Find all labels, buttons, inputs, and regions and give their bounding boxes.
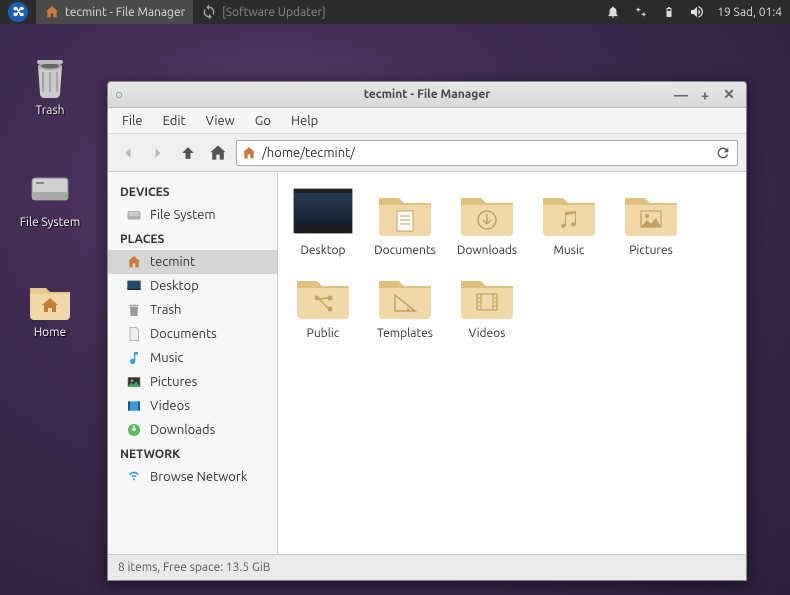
home-button[interactable]: [206, 141, 230, 165]
trash-icon: [126, 302, 142, 318]
videos-icon: [126, 398, 142, 414]
drive-icon: [126, 207, 142, 223]
drive-icon: [26, 164, 74, 212]
folder-icon: [539, 188, 599, 238]
sidebar-item-desktop[interactable]: Desktop: [108, 274, 277, 298]
sidebar-header-devices: DEVICES: [108, 180, 277, 203]
sidebar-item-browse-network[interactable]: Browse Network: [108, 465, 277, 489]
maximize-button[interactable]: +: [698, 88, 712, 102]
statusbar: 8 items, Free space: 13.5 GiB: [108, 554, 746, 580]
minimize-button[interactable]: —: [674, 88, 688, 102]
folder-music[interactable]: Music: [534, 188, 604, 257]
document-icon: [126, 326, 142, 342]
music-icon: [126, 350, 142, 366]
titlebar[interactable]: tecmint - File Manager — + ✕: [108, 82, 746, 108]
update-icon: [201, 4, 217, 20]
folder-icon: [457, 271, 517, 321]
sidebar-item-filesystem[interactable]: File System: [108, 203, 277, 227]
path-entry[interactable]: [236, 140, 738, 166]
trash-icon: [26, 52, 74, 100]
desktop-icon-home[interactable]: Home: [10, 274, 90, 339]
desktop[interactable]: Trash File System Home tecmint - File Ma…: [0, 24, 790, 595]
file-view[interactable]: Desktop Documents Downloads Music Pictur…: [278, 172, 746, 554]
folder-desktop[interactable]: Desktop: [288, 188, 358, 257]
folder-documents[interactable]: Documents: [370, 188, 440, 257]
back-button[interactable]: [116, 141, 140, 165]
sidebar-header-places: PLACES: [108, 227, 277, 250]
volume-icon[interactable]: [689, 4, 705, 20]
network-icon: [126, 469, 142, 485]
taskbar-app-filemanager[interactable]: tecmint - File Manager: [36, 0, 193, 24]
path-input[interactable]: [262, 146, 708, 160]
window-title: tecmint - File Manager: [108, 88, 746, 101]
menu-go[interactable]: Go: [245, 111, 281, 131]
folder-downloads[interactable]: Downloads: [452, 188, 522, 257]
sidebar-item-downloads[interactable]: Downloads: [108, 418, 277, 442]
reload-button[interactable]: [713, 143, 733, 163]
desktop-icon-trash[interactable]: Trash: [10, 52, 90, 117]
desktop-icon: [126, 278, 142, 294]
desktop-icon-filesystem[interactable]: File System: [10, 164, 90, 229]
sidebar-header-network: NETWORK: [108, 442, 277, 465]
task-label: [Software Updater]: [222, 6, 326, 19]
sidebar: DEVICES File System PLACES tecmint Deskt…: [108, 172, 278, 554]
home-icon: [241, 145, 257, 161]
folder-icon: [457, 188, 517, 238]
notification-icon[interactable]: [605, 4, 621, 20]
folder-icon: [621, 188, 681, 238]
folder-pictures[interactable]: Pictures: [616, 188, 686, 257]
clock[interactable]: 19 Sad, 01:4: [717, 6, 782, 19]
sidebar-item-music[interactable]: Music: [108, 346, 277, 370]
downloads-icon: [126, 422, 142, 438]
folder-icon: [293, 271, 353, 321]
home-folder-icon: [26, 274, 74, 322]
sidebar-item-videos[interactable]: Videos: [108, 394, 277, 418]
top-panel: tecmint - File Manager [Software Updater…: [0, 0, 790, 24]
network-icon[interactable]: [633, 4, 649, 20]
menu-help[interactable]: Help: [281, 111, 328, 131]
desktop-thumb-icon: [293, 188, 353, 234]
menu-view[interactable]: View: [196, 111, 245, 131]
forward-button[interactable]: [146, 141, 170, 165]
taskbar-app-updater[interactable]: [Software Updater]: [193, 0, 334, 24]
folder-videos[interactable]: Videos: [452, 271, 522, 340]
close-button[interactable]: ✕: [722, 88, 736, 102]
sidebar-item-trash[interactable]: Trash: [108, 298, 277, 322]
status-text: 8 items, Free space: 13.5 GiB: [118, 561, 270, 574]
up-button[interactable]: [176, 141, 200, 165]
menu-edit[interactable]: Edit: [153, 111, 196, 131]
file-manager-window: tecmint - File Manager — + ✕ File Edit V…: [107, 81, 747, 581]
folder-icon: [375, 271, 435, 321]
pictures-icon: [126, 374, 142, 390]
home-icon: [44, 4, 60, 20]
folder-templates[interactable]: Templates: [370, 271, 440, 340]
sidebar-item-tecmint[interactable]: tecmint: [108, 250, 277, 274]
sidebar-item-pictures[interactable]: Pictures: [108, 370, 277, 394]
sidebar-item-documents[interactable]: Documents: [108, 322, 277, 346]
folder-public[interactable]: Public: [288, 271, 358, 340]
toolbar: [108, 134, 746, 172]
menu-file[interactable]: File: [112, 111, 153, 131]
home-icon: [126, 254, 142, 270]
folder-icon: [375, 188, 435, 238]
battery-icon[interactable]: [661, 4, 677, 20]
menubar: File Edit View Go Help: [108, 108, 746, 134]
task-label: tecmint - File Manager: [65, 6, 185, 19]
applications-menu-button[interactable]: [0, 0, 36, 24]
xfce-logo-icon: [8, 2, 28, 22]
